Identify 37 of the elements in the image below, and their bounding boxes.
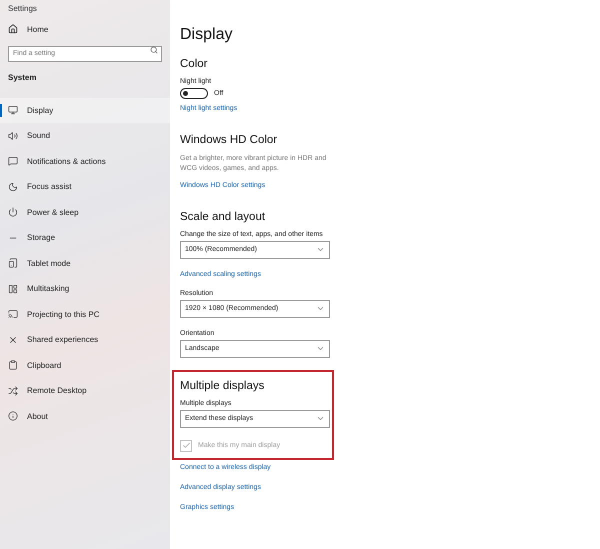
sidebar-item[interactable]: Storage bbox=[0, 225, 170, 250]
section-heading: Windows HD Color bbox=[180, 133, 278, 148]
cross-icon bbox=[8, 334, 18, 345]
home-icon bbox=[8, 24, 18, 34]
tablet-icon bbox=[8, 258, 18, 268]
section-heading: Multiple displays bbox=[180, 378, 266, 394]
cast-icon bbox=[8, 309, 18, 320]
moon-icon bbox=[8, 182, 18, 192]
sidebar-item[interactable]: Projecting to this PC bbox=[0, 302, 170, 327]
info-icon bbox=[8, 411, 18, 422]
clipboard-icon bbox=[8, 360, 18, 370]
sidebar-item[interactable]: Focus assist bbox=[0, 174, 170, 200]
section-heading: Color bbox=[180, 57, 208, 72]
sidebar-item[interactable]: Power & sleep bbox=[0, 200, 170, 225]
sidebar-item[interactable]: Tablet mode bbox=[0, 250, 170, 276]
sidebar-item[interactable]: Display bbox=[0, 98, 170, 123]
message-icon bbox=[8, 156, 18, 166]
sidebar-item[interactable]: Sound bbox=[0, 123, 170, 148]
speaker-icon bbox=[8, 130, 18, 141]
window-title: Settings bbox=[7, 4, 38, 15]
page-title: Display bbox=[180, 26, 234, 45]
sidebar-item[interactable]: Shared experiences bbox=[0, 327, 170, 352]
monitor-icon bbox=[8, 105, 18, 116]
search-icon bbox=[150, 46, 158, 54]
sidebar-item[interactable]: Clipboard bbox=[0, 352, 170, 378]
sidebar-item[interactable]: Multitasking bbox=[0, 276, 170, 302]
toggle-switch[interactable] bbox=[180, 88, 208, 99]
power-icon bbox=[8, 207, 18, 218]
section-heading: Scale and layout bbox=[180, 210, 266, 225]
sidebar-item[interactable]: Remote Desktop bbox=[0, 378, 170, 404]
check-icon bbox=[182, 441, 190, 450]
home-item[interactable]: Home bbox=[0, 18, 170, 40]
group-heading: System bbox=[7, 72, 38, 84]
arrows-icon bbox=[8, 386, 18, 396]
sidebar-item[interactable]: About bbox=[0, 404, 170, 429]
sidebar-item[interactable]: Notifications & actions bbox=[0, 148, 170, 174]
layout-icon bbox=[8, 284, 18, 294]
